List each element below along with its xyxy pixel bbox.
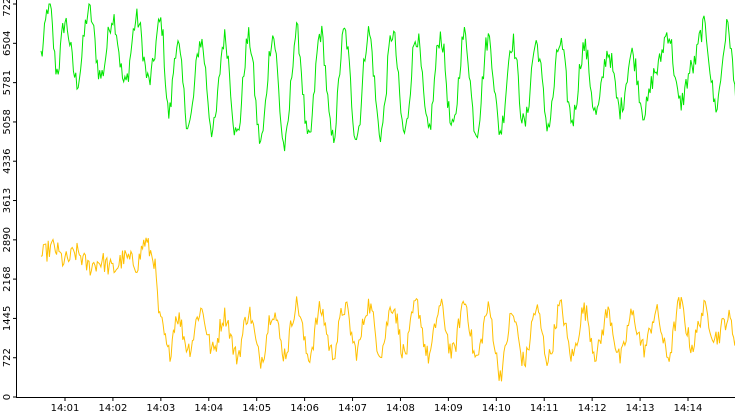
x-tick-label: 14:11 [530,403,559,414]
y-tick-label: 3613 [2,188,13,213]
y-tick-label: 2890 [2,227,13,252]
x-tick-label: 14:03 [146,403,175,414]
x-tick-label: 14:13 [626,403,655,414]
series-line-1 [40,2,735,152]
x-tick-label: 14:04 [194,403,223,414]
series-line-2 [40,237,735,382]
x-tick-label: 14:07 [338,403,367,414]
y-tick-label: 2168 [2,266,13,291]
line-chart: 0 722 1445 2168 2890 3613 4336 5058 5781 6504 7227… [2,0,735,414]
x-tick-label: 14:06 [290,403,319,414]
x-tick-label: 14:01 [51,403,80,414]
y-tick-label: 4336 [2,148,13,173]
axes: 0 722 1445 2168 2890 3613 4336 5058 5781 6504 7227… [2,0,735,414]
x-tick-label: 14:08 [386,403,415,414]
y-tick-label: 7227 [2,0,13,17]
y-tick-label: 6504 [2,31,13,56]
x-tick-label: 14:14 [674,403,703,414]
y-tick-label: 0 [2,394,13,400]
x-tick-label: 14:10 [482,403,511,414]
y-tick-label: 5058 [2,109,13,134]
series-layer [40,2,735,382]
y-tick-label: 5781 [2,70,13,95]
x-tick-label: 14:12 [578,403,607,414]
y-tick-label: 722 [2,348,13,367]
y-tick-label: 1445 [2,306,13,331]
x-tick-label: 14:09 [434,403,463,414]
x-tick-label: 14:02 [99,403,128,414]
x-tick-label: 14:05 [242,403,271,414]
